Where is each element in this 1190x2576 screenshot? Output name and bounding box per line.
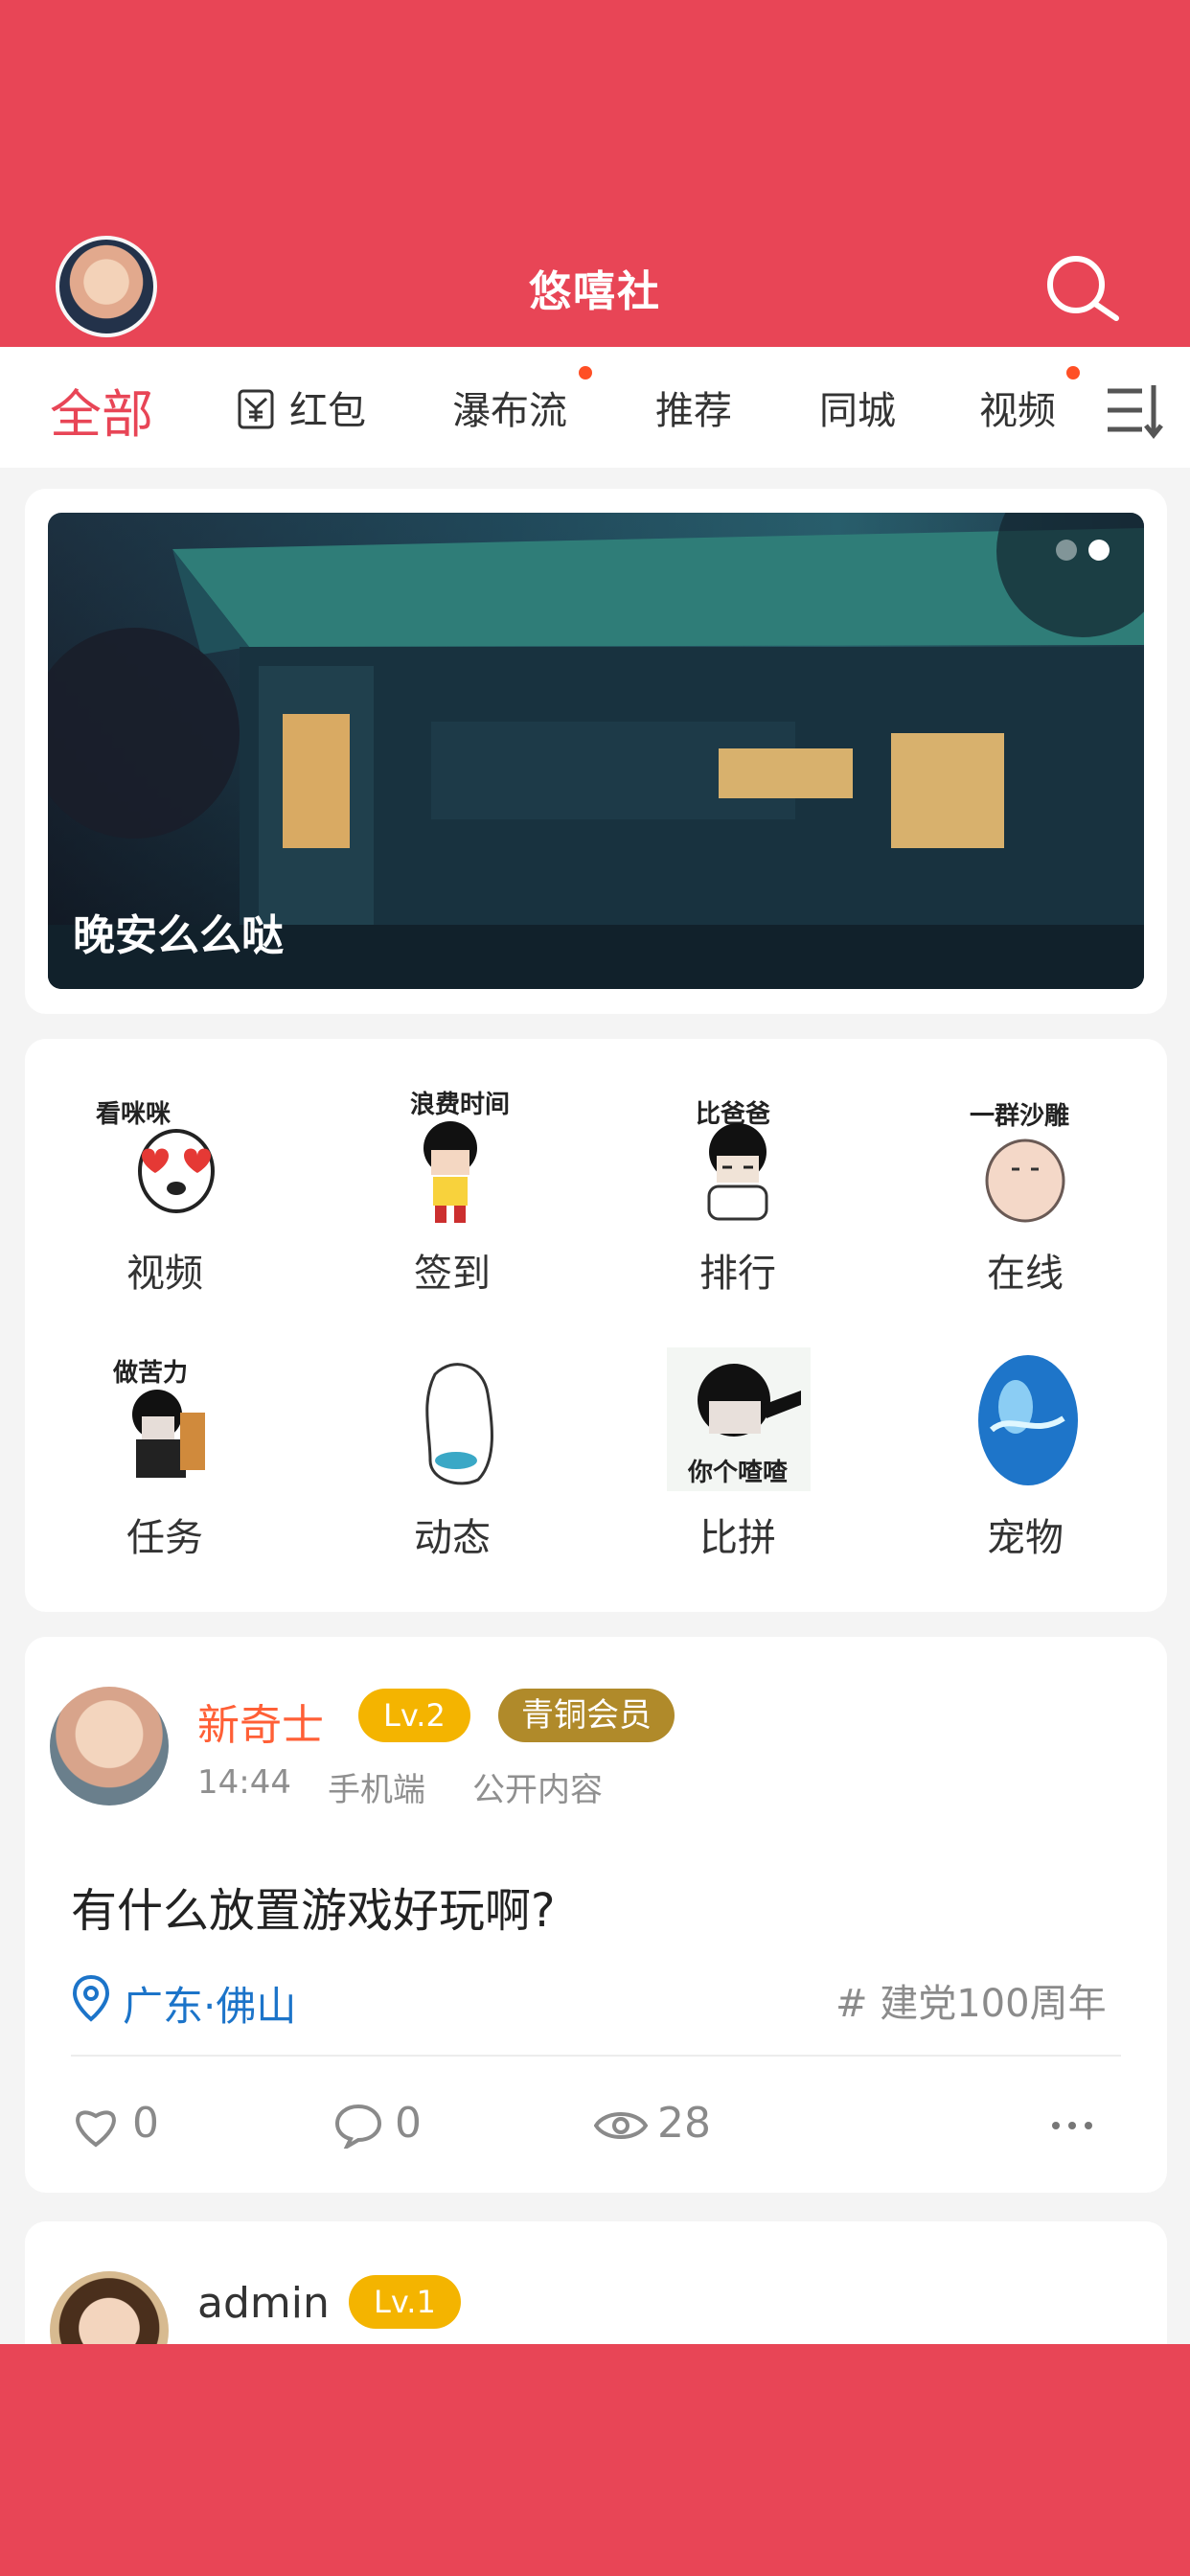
location-pin-icon (72, 1974, 110, 2022)
comment-icon[interactable] (333, 2103, 383, 2149)
like-count: 0 (132, 2099, 159, 2148)
search-icon[interactable] (1042, 251, 1121, 326)
post-topic[interactable]: # 建党100周年 (835, 1972, 1107, 2028)
grid-label-dynamic[interactable]: 动态 (347, 1506, 558, 1562)
tab-recommend[interactable]: 推荐 (655, 380, 732, 435)
tab-all[interactable]: 全部 (50, 372, 153, 448)
tab-waterfall-dot (579, 366, 592, 380)
grid-label-online[interactable]: 在线 (920, 1242, 1131, 1298)
post-divider (71, 2055, 1121, 2057)
banner-carousel[interactable]: 晚安么么哒 (48, 513, 1144, 989)
category-tabs: 全部 红包 瀑布流 推荐 同城 视频 (0, 347, 1190, 469)
red-envelope-icon (238, 389, 274, 429)
post-location[interactable]: 广东·佛山 (123, 1974, 296, 2033)
cartoon-blob-icon[interactable] (968, 1112, 1083, 1227)
post-content[interactable]: 有什么放置游戏好玩啊? (71, 1873, 555, 1940)
tab-video[interactable]: 视频 (979, 380, 1056, 435)
cartoon-worker-icon[interactable] (109, 1376, 224, 1491)
tab-red-envelope[interactable]: 红包 (289, 380, 366, 435)
post-username[interactable]: 新奇士 (197, 1690, 324, 1752)
tab-local[interactable]: 同城 (819, 380, 896, 435)
cartoon-boy-icon[interactable] (393, 1110, 508, 1225)
blue-egg-icon[interactable] (968, 1346, 1088, 1489)
banner-pager-dot-1[interactable] (1056, 540, 1077, 561)
post-visibility: 公开内容 (472, 1771, 603, 1809)
post2-level-badge: Lv.1 (349, 2275, 461, 2329)
tab-waterfall[interactable]: 瀑布流 (452, 380, 567, 435)
cartoon-thinking-icon[interactable] (680, 1110, 795, 1225)
level-badge: Lv.2 (358, 1689, 470, 1742)
grid-label-checkin[interactable]: 签到 (347, 1242, 558, 1298)
view-count: 28 (657, 2099, 711, 2148)
grid-label-battle[interactable]: 比拼 (632, 1506, 843, 1562)
grid-label-video[interactable]: 视频 (59, 1242, 270, 1298)
post-device: 手机端 (328, 1771, 425, 1809)
banner-pager-dot-2[interactable] (1088, 540, 1110, 561)
like-icon[interactable] (71, 2104, 121, 2149)
view-icon (594, 2112, 648, 2139)
grid-caption-battle: 你个喳喳 (688, 1459, 789, 1487)
post-time: 14:44 (197, 1763, 291, 1802)
cartoon-heart-eyes-icon[interactable] (119, 1110, 234, 1225)
banner-caption: 晚安么么哒 (73, 911, 284, 960)
grid-label-pet[interactable]: 宠物 (920, 1506, 1131, 1562)
cartoon-ghost-icon[interactable] (397, 1355, 512, 1489)
grid-label-rank[interactable]: 排行 (632, 1242, 843, 1298)
tab-video-dot (1066, 366, 1080, 380)
vip-badge: 青铜会员 (498, 1689, 675, 1742)
comment-count: 0 (395, 2099, 422, 2148)
more-options-icon[interactable] (1050, 2120, 1094, 2131)
post-card-second (25, 2221, 1167, 2344)
app-title: 悠嘻社 (529, 267, 661, 316)
bottom-band (0, 2344, 1190, 2576)
post2-username[interactable]: admin (197, 2279, 330, 2328)
grid-label-task[interactable]: 任务 (59, 1506, 270, 1562)
post-avatar[interactable] (50, 1687, 169, 1806)
list-sort-icon[interactable] (1104, 380, 1165, 441)
